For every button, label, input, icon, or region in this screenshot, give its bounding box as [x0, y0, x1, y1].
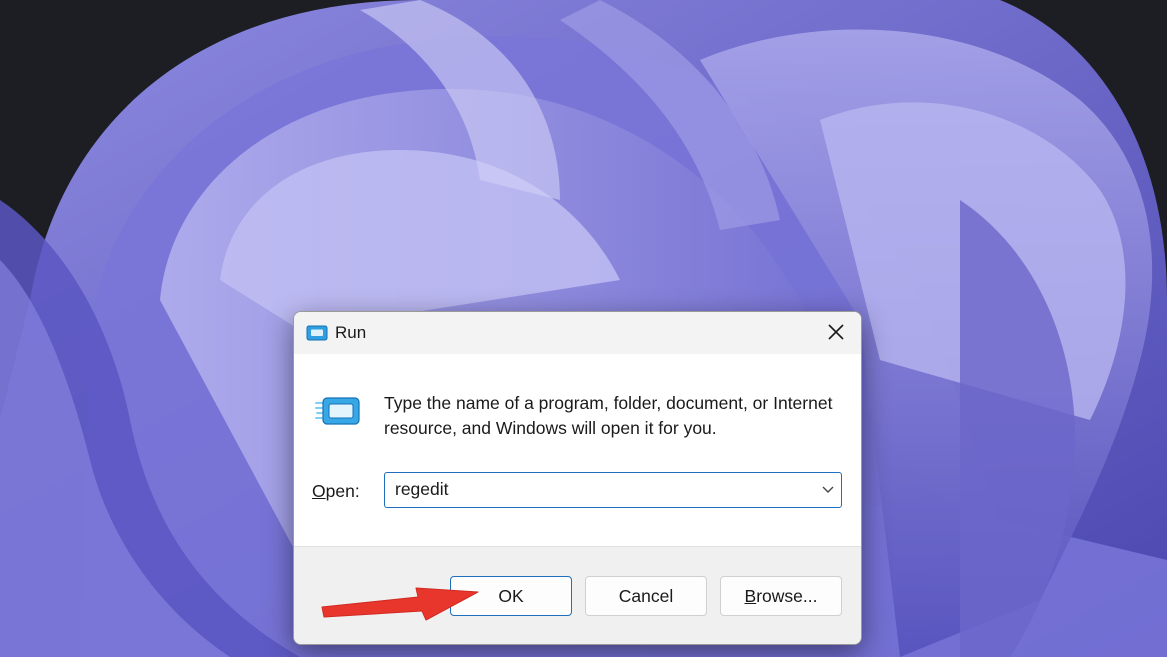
cancel-button[interactable]: Cancel [585, 576, 707, 616]
browse-button[interactable]: Browse... [720, 576, 842, 616]
dialog-body: Type the name of a program, folder, docu… [294, 354, 861, 546]
open-label-rest: pen: [325, 481, 360, 501]
red-arrow-icon [321, 587, 479, 621]
open-combobox[interactable] [384, 472, 842, 508]
open-input[interactable] [385, 473, 805, 506]
dialog-description: Type the name of a program, folder, docu… [384, 393, 833, 438]
run-icon [314, 394, 362, 430]
run-icon [306, 325, 328, 341]
desktop: Run Type the name of a program, folder, … [0, 0, 1167, 657]
open-label-accel: O [312, 481, 326, 501]
close-button[interactable] [811, 312, 861, 354]
chevron-down-icon[interactable] [821, 482, 835, 496]
title-bar[interactable]: Run [294, 312, 861, 354]
open-label: Open: [312, 481, 360, 502]
close-icon [827, 323, 845, 344]
browse-label-accel: B [744, 585, 757, 606]
window-title: Run [335, 323, 367, 342]
browse-label-rest: rowse... [756, 585, 818, 606]
